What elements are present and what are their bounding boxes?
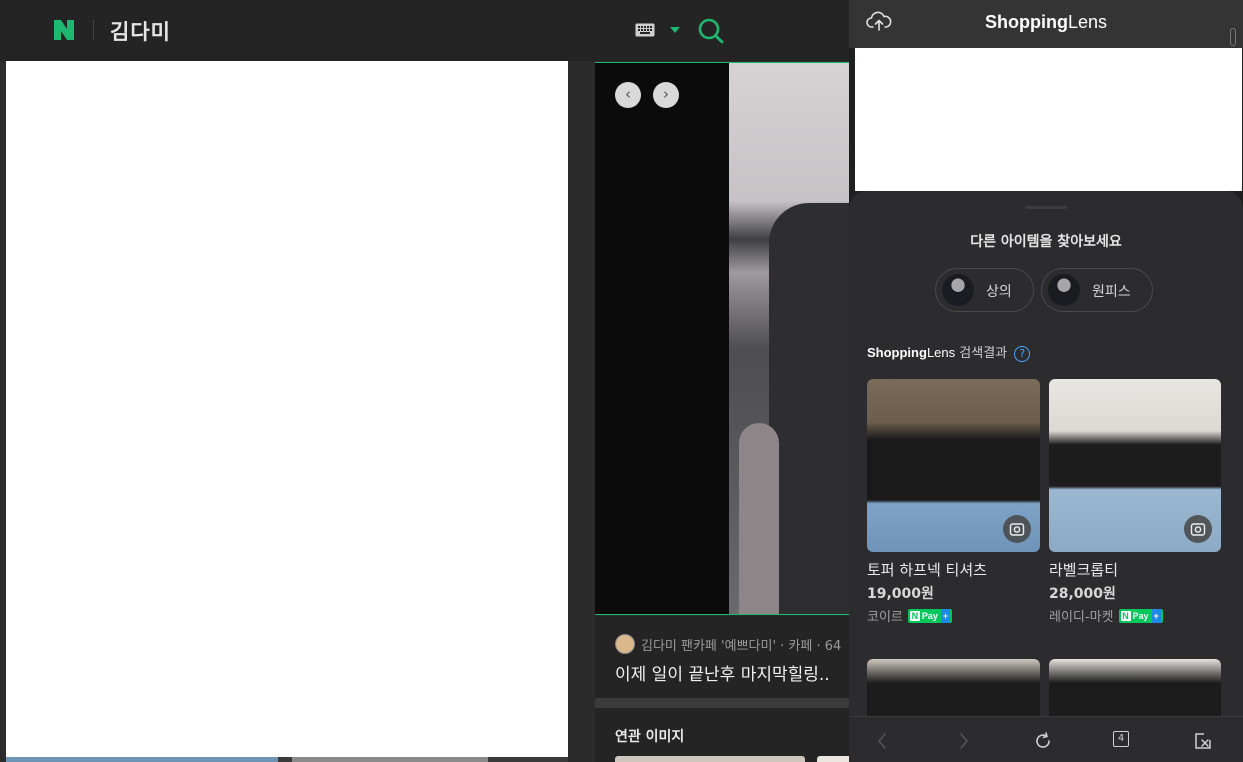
results-brand-bold: Shopping (867, 345, 927, 360)
reload-icon[interactable] (1033, 731, 1053, 751)
lens-title-light: Lens (1067, 12, 1108, 32)
npay-n-icon: N (909, 610, 920, 621)
help-icon[interactable]: ? (1014, 345, 1031, 362)
viewer-photo[interactable] (729, 63, 849, 614)
product-name[interactable]: 라벨크롭티 (1049, 559, 1221, 580)
image-title[interactable]: 이제 일이 끝난후 마지막힐링.. (615, 660, 830, 685)
shop-name[interactable]: 레이디-마켓 (1049, 606, 1114, 625)
related-image-thumb[interactable] (615, 756, 805, 762)
close-window-icon[interactable] (1193, 731, 1213, 751)
sheet-drag-handle[interactable] (1025, 206, 1067, 209)
photo-subject-arm (739, 423, 779, 614)
search-query[interactable]: 김다미 (110, 16, 171, 46)
prev-image-button[interactable]: ‹ (615, 82, 641, 108)
scrollbar[interactable] (1230, 28, 1236, 46)
product-shop: 레이디-마켓 N Pay + (1049, 606, 1221, 625)
camera-lens-icon (1009, 523, 1025, 536)
chip-thumbnail (942, 274, 974, 306)
search-header: 김다미 (0, 0, 849, 61)
camera-lens-icon (1190, 523, 1206, 536)
npay-badge-label: Pay (1132, 610, 1149, 621)
image-grid-bottom-strip (6, 757, 568, 762)
image-caption: 김다미 팬카페 '예쁘다미' · 카페 · 64 이제 일이 끝난후 마지막힐링… (595, 616, 849, 698)
find-items-heading: 다른 아이템을 찾아보세요 (970, 234, 1122, 250)
naver-logo[interactable] (52, 18, 76, 42)
lens-title-bold: Shopping (984, 12, 1068, 32)
search-icon[interactable] (697, 17, 725, 45)
product-name[interactable]: 토퍼 하프넥 티셔츠 (867, 559, 1040, 580)
header-divider (93, 20, 94, 40)
shop-name[interactable]: 코이르 (867, 606, 903, 625)
related-image-thumb[interactable] (817, 756, 849, 762)
npay-plus-badge: N Pay + (907, 608, 953, 623)
shopping-lens-panel: ShoppingLens 다른 아이템을 찾아보세요 상의 원피스 Shoppi… (849, 0, 1243, 762)
lens-toolbar: 4 (849, 716, 1243, 762)
lens-search-button[interactable] (1184, 515, 1212, 543)
chip-label: 상의 (986, 284, 1012, 300)
product-card[interactable]: 라벨크롭티 28,000원 레이디-마켓 N Pay + (1049, 379, 1221, 625)
product-card[interactable]: 토퍼 하프넥 티셔츠 19,000원 코이르 N Pay + (867, 379, 1040, 625)
chip-label: 원피스 (1092, 284, 1131, 300)
grid-thumbnail[interactable] (6, 757, 278, 762)
image-grid-panel (6, 61, 568, 757)
results-brand-light: Lens (926, 345, 956, 360)
plus-icon: + (1151, 608, 1161, 623)
next-image-button[interactable]: › (653, 82, 679, 108)
plus-icon: + (940, 608, 951, 623)
keyboard-dropdown-caret-icon[interactable] (670, 27, 680, 33)
product-card-partial[interactable] (867, 659, 1040, 716)
product-image[interactable] (1049, 379, 1221, 552)
image-viewer: ‹ › (595, 62, 849, 615)
image-source[interactable]: 김다미 팬카페 '예쁘다미' · 카페 · 64 (641, 635, 841, 654)
lens-image-preview[interactable] (855, 48, 1242, 191)
chip-thumbnail (1048, 274, 1080, 306)
grid-thumbnail[interactable] (292, 757, 488, 762)
tabs-count: 4 (1113, 731, 1129, 747)
forward-icon[interactable] (953, 731, 973, 751)
lens-header: ShoppingLens (849, 0, 1243, 48)
npay-badge-label: Pay (921, 610, 938, 621)
product-price: 19,000원 (867, 586, 934, 602)
back-icon[interactable] (873, 731, 893, 751)
lens-title: ShoppingLens (849, 12, 1243, 33)
category-chip-dress[interactable]: 원피스 (1041, 268, 1153, 312)
product-image[interactable] (867, 379, 1040, 552)
related-images-section: 연관 이미지 (595, 708, 849, 762)
npay-n-icon: N (1120, 610, 1131, 621)
tabs-button[interactable]: 4 (1113, 731, 1133, 751)
related-images-heading: 연관 이미지 (615, 729, 685, 745)
photo-subject (769, 203, 849, 614)
results-suffix: 검색결과 (959, 346, 1008, 361)
keyboard-icon[interactable] (635, 23, 655, 37)
npay-plus-badge: N Pay + (1118, 608, 1163, 623)
product-price: 28,000원 (1049, 586, 1116, 602)
lens-search-button[interactable] (1003, 515, 1031, 543)
source-avatar (615, 634, 635, 654)
results-heading: ShoppingLens 검색결과 ? (867, 342, 1031, 362)
lens-results-sheet: 다른 아이템을 찾아보세요 상의 원피스 ShoppingLens 검색결과 ? (849, 191, 1243, 716)
section-divider (595, 698, 849, 708)
category-chip-top[interactable]: 상의 (935, 268, 1034, 312)
product-card-partial[interactable] (1049, 659, 1221, 716)
product-shop: 코이르 N Pay + (867, 606, 1040, 625)
